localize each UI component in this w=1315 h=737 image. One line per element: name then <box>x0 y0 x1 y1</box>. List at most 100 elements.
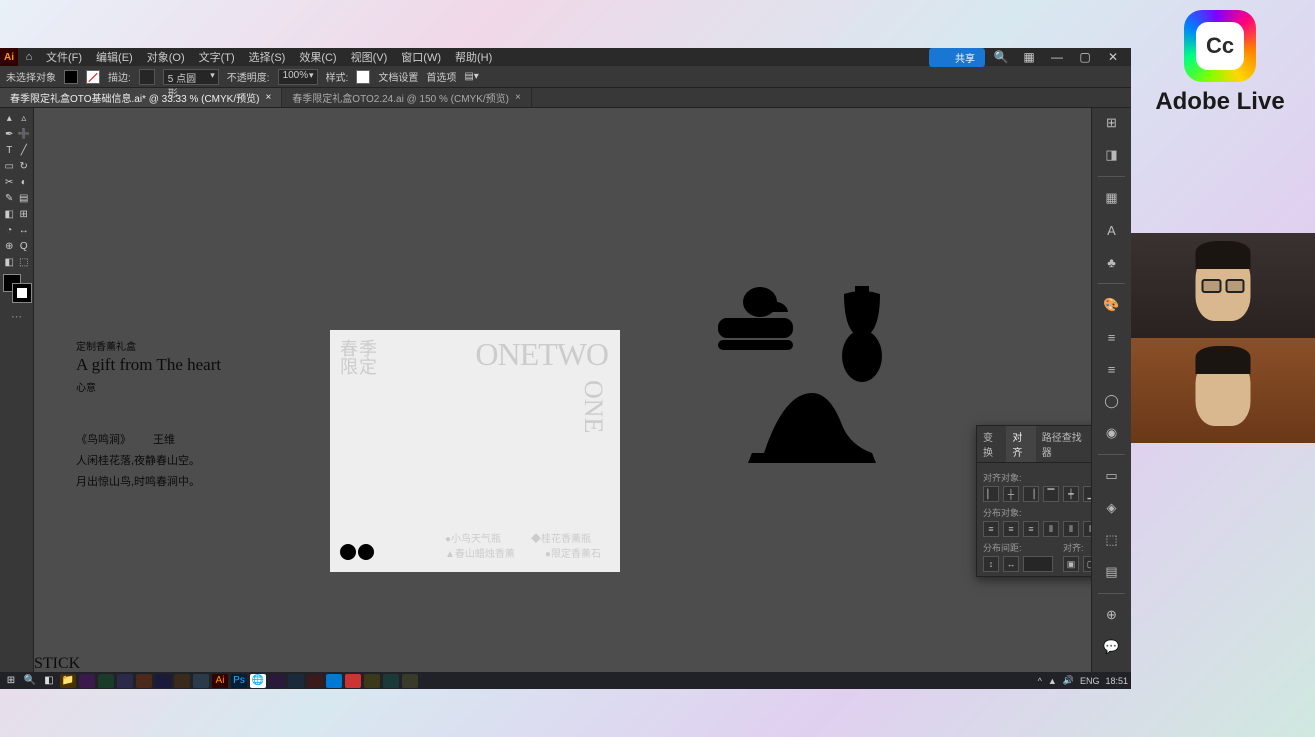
tool-7[interactable]: ↻ <box>17 158 32 174</box>
dist-right-button[interactable]: ⦀ <box>1083 521 1091 537</box>
taskbar-app-14[interactable] <box>383 674 399 688</box>
opacity-dropdown[interactable]: 100% <box>278 69 318 85</box>
tray-volume-icon[interactable]: 🔊 <box>1063 675 1074 686</box>
stroke-profile-dropdown[interactable]: 5 点圆形 <box>163 69 219 85</box>
dist-hspace-button[interactable]: ↔ <box>1003 556 1019 572</box>
stroke-swatch[interactable] <box>86 70 100 84</box>
task-view-icon[interactable]: ◧ <box>41 674 57 688</box>
tool-13[interactable]: ⊞ <box>17 206 32 222</box>
dock-icon-4[interactable]: ♣ <box>1101 251 1123 273</box>
taskbar-app-3[interactable] <box>117 674 133 688</box>
dock-icon-14[interactable]: ⊕ <box>1101 604 1123 626</box>
dock-icon-3[interactable]: A <box>1101 219 1123 241</box>
dock-icon-9[interactable]: ◉ <box>1101 422 1123 444</box>
dist-bottom-button[interactable]: ≡ <box>1023 521 1039 537</box>
taskbar-app-12[interactable] <box>345 674 361 688</box>
tool-6[interactable]: ▭ <box>2 158 17 174</box>
dock-icon-2[interactable]: ▦ <box>1101 187 1123 209</box>
taskbar-app-4[interactable] <box>136 674 152 688</box>
taskbar-app-15[interactable] <box>402 674 418 688</box>
dock-icon-5[interactable]: 🎨 <box>1101 294 1123 316</box>
tray-chevron-icon[interactable]: ^ <box>1038 676 1042 686</box>
taskbar-app-6[interactable] <box>174 674 190 688</box>
dock-icon-11[interactable]: ◈ <box>1101 497 1123 519</box>
tool-9[interactable]: ◐ <box>17 174 32 190</box>
menu-item-4[interactable]: 选择(S) <box>243 47 292 67</box>
menu-item-1[interactable]: 编辑(E) <box>90 47 139 67</box>
dist-vcenter-button[interactable]: ≡ <box>1003 521 1019 537</box>
start-button[interactable]: ⊞ <box>3 674 19 688</box>
taskbar-app-10[interactable] <box>307 674 323 688</box>
taskbar-app-2[interactable] <box>98 674 114 688</box>
search-icon[interactable]: 🔍 <box>989 50 1013 64</box>
arrange-icon[interactable]: ▦ <box>1017 50 1041 64</box>
dist-left-button[interactable]: ⦀ <box>1043 521 1059 537</box>
align-panel[interactable]: 变换对齐路径查找器× 对齐对象: ▏ ┼ ▕ ▔ ┿ ▁ 分布对象: ≡ ≡ <box>976 425 1091 577</box>
minimize-button[interactable]: — <box>1045 50 1069 64</box>
taskbar-app-illustrator[interactable]: Ai <box>212 674 228 688</box>
style-swatch[interactable] <box>356 70 370 84</box>
tab-close-icon[interactable]: × <box>265 92 271 103</box>
menu-item-5[interactable]: 效果(C) <box>293 47 342 67</box>
align-to-artboard-button[interactable]: ▢ <box>1083 556 1091 572</box>
tool-14[interactable]: ◔ <box>2 222 17 238</box>
menu-item-2[interactable]: 对象(O) <box>141 47 191 67</box>
menu-item-7[interactable]: 窗口(W) <box>395 47 447 67</box>
tool-11[interactable]: ▤ <box>17 190 32 206</box>
menu-item-3[interactable]: 文字(T) <box>193 47 241 67</box>
tool-15[interactable]: ↔ <box>17 222 32 238</box>
tray-language[interactable]: ENG <box>1080 676 1100 686</box>
dock-icon-15[interactable]: 💬 <box>1101 636 1123 658</box>
fill-swatch[interactable] <box>64 70 78 84</box>
tool-2[interactable]: ✒ <box>2 126 17 142</box>
maximize-button[interactable]: ▢ <box>1073 50 1097 64</box>
menu-item-0[interactable]: 文件(F) <box>40 47 88 67</box>
align-panel-tab-1[interactable]: 对齐 <box>1006 426 1035 462</box>
align-hcenter-button[interactable]: ┼ <box>1003 486 1019 502</box>
tool-3[interactable]: ➕ <box>17 126 32 142</box>
taskbar-app-5[interactable] <box>155 674 171 688</box>
align-panel-tab-0[interactable]: 变换 <box>977 426 1006 462</box>
taskbar-app-13[interactable] <box>364 674 380 688</box>
doc-setup-button[interactable]: 文档设置 <box>378 69 418 84</box>
document-tab-1[interactable]: 春季限定礼盒OTO2.24.ai @ 150 % (CMYK/预览)× <box>282 88 532 107</box>
align-to-selection-button[interactable]: ▣ <box>1063 556 1079 572</box>
tools-more-icon[interactable]: ⋯ <box>2 310 31 323</box>
taskbar-app-8[interactable] <box>269 674 285 688</box>
tray-network-icon[interactable]: ▲ <box>1048 676 1057 686</box>
dock-icon-8[interactable]: ◯ <box>1101 390 1123 412</box>
dock-icon-1[interactable]: ◨ <box>1101 144 1123 166</box>
canvas[interactable]: 定制香薰礼盒 A gift from The heart 心意 《鸟鸣涧》 王维… <box>34 108 1091 673</box>
stroke-weight-input[interactable] <box>139 69 155 85</box>
tray-clock[interactable]: 18:51 <box>1105 676 1128 686</box>
tool-12[interactable]: ◧ <box>2 206 17 222</box>
tool-19[interactable]: ⬚ <box>17 254 32 270</box>
taskbar-app-photoshop[interactable]: Ps <box>231 674 247 688</box>
dist-vspace-button[interactable]: ↕ <box>983 556 999 572</box>
dock-icon-6[interactable]: ≡ <box>1101 326 1123 348</box>
tool-18[interactable]: ◧ <box>2 254 17 270</box>
dist-top-button[interactable]: ≡ <box>983 521 999 537</box>
menu-item-6[interactable]: 视图(V) <box>345 47 394 67</box>
tool-5[interactable]: ╱ <box>17 142 32 158</box>
taskbar-search-icon[interactable]: 🔍 <box>22 674 38 688</box>
align-vcenter-button[interactable]: ┿ <box>1063 486 1079 502</box>
stroke-color[interactable] <box>13 284 31 302</box>
dock-icon-0[interactable]: ⊞ <box>1101 112 1123 134</box>
taskbar-app-9[interactable] <box>288 674 304 688</box>
close-button[interactable]: ✕ <box>1101 50 1125 64</box>
menu-item-8[interactable]: 帮助(H) <box>449 47 498 67</box>
dock-icon-13[interactable]: ▤ <box>1101 561 1123 583</box>
spacing-input[interactable] <box>1023 556 1053 572</box>
align-bottom-button[interactable]: ▁ <box>1083 486 1091 502</box>
taskbar-app-1[interactable] <box>79 674 95 688</box>
dist-hcenter-button[interactable]: ⦀ <box>1063 521 1079 537</box>
align-flyout-icon[interactable]: ▤▾ <box>464 71 478 82</box>
tool-16[interactable]: ⊕ <box>2 238 17 254</box>
taskbar-app-7[interactable] <box>193 674 209 688</box>
dock-icon-10[interactable]: ▭ <box>1101 465 1123 487</box>
document-tab-0[interactable]: 春季限定礼盒OTO基础信息.ai* @ 33.33 % (CMYK/预览)× <box>0 88 282 107</box>
prefs-button[interactable]: 首选项 <box>426 69 456 84</box>
tool-4[interactable]: T <box>2 142 17 158</box>
dock-icon-7[interactable]: ≡ <box>1101 358 1123 380</box>
